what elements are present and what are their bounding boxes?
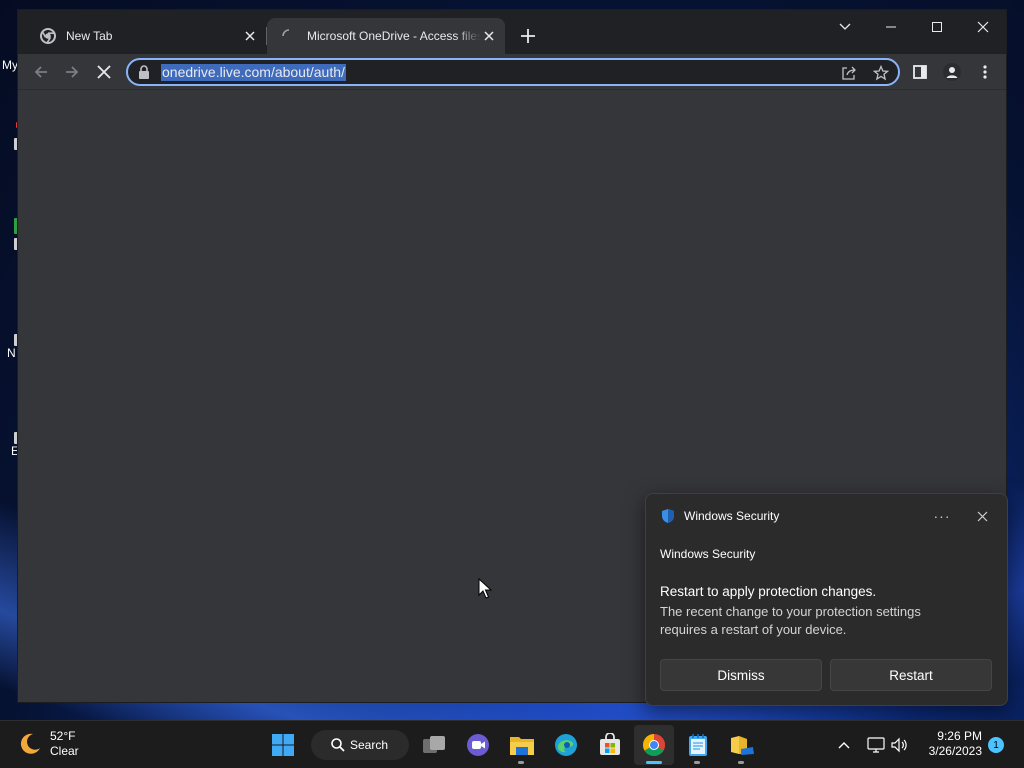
- close-tab-icon[interactable]: [481, 28, 497, 44]
- desktop-icon-app2[interactable]: [0, 218, 18, 250]
- running-indicator: [518, 761, 524, 764]
- shield-icon: [660, 508, 676, 527]
- close-window-button[interactable]: [960, 12, 1006, 42]
- desktop-icon-label: My: [2, 58, 18, 72]
- folder-icon: [731, 736, 754, 755]
- notification-body: The recent change to your protection set…: [660, 604, 921, 637]
- store-icon: [600, 733, 620, 755]
- weather-temperature: 52°F: [50, 729, 76, 743]
- star-icon[interactable]: [872, 64, 890, 82]
- desktop-icon-my[interactable]: My: [0, 58, 18, 72]
- search-label: Search: [350, 738, 389, 752]
- microsoft-store-button[interactable]: [590, 725, 630, 765]
- desktop-icon-n[interactable]: N: [0, 334, 18, 360]
- url-text[interactable]: onedrive.live.com/about/auth/: [161, 64, 346, 81]
- more-vert-icon: [983, 65, 987, 79]
- tab-title: New Tab: [66, 29, 113, 43]
- lock-icon: [138, 65, 150, 82]
- minimize-button[interactable]: [868, 12, 914, 42]
- maximize-icon: [932, 22, 942, 32]
- windows-security-notification: Windows Security ··· Windows Security Re…: [645, 493, 1008, 706]
- tab-onedrive[interactable]: Microsoft OneDrive - Access files: [267, 18, 505, 54]
- notification-app-name: Windows Security: [684, 509, 780, 523]
- side-panel-button[interactable]: [906, 58, 934, 86]
- chrome-icon: [40, 28, 56, 44]
- video-chat-icon: [467, 734, 489, 756]
- menu-button[interactable]: [971, 58, 999, 86]
- network-icon: [867, 737, 885, 753]
- chevron-down-icon: [839, 23, 851, 30]
- close-icon: [977, 21, 989, 33]
- task-view-icon: [423, 736, 445, 753]
- restart-button[interactable]: Restart: [830, 659, 992, 691]
- more-options-button[interactable]: ···: [930, 504, 954, 528]
- notification-count-badge[interactable]: 1: [988, 737, 1004, 753]
- running-indicator: [646, 761, 662, 764]
- file-explorer-button-2[interactable]: [722, 725, 762, 765]
- address-bar[interactable]: onedrive.live.com/about/auth/: [126, 58, 900, 86]
- show-hidden-icons-button[interactable]: [834, 735, 854, 755]
- tab-strip: New Tab Microsoft OneDrive - Access file…: [18, 10, 1006, 54]
- start-button[interactable]: [263, 725, 303, 765]
- chrome-icon: [643, 734, 665, 756]
- close-tab-icon[interactable]: [242, 28, 258, 44]
- back-button[interactable]: [27, 58, 55, 86]
- network-button[interactable]: [866, 735, 886, 755]
- tab-title: Microsoft OneDrive - Access files: [307, 29, 481, 43]
- notification-headline: Restart to apply protection changes.: [660, 584, 877, 599]
- minimize-icon: [886, 26, 896, 28]
- notification-source: Windows Security: [660, 547, 756, 561]
- file-explorer-button[interactable]: [502, 725, 542, 765]
- arrow-right-icon: [66, 66, 79, 78]
- forward-button[interactable]: [58, 58, 86, 86]
- clock-time: 9:26 PM: [937, 729, 982, 743]
- profile-icon: [943, 63, 961, 81]
- profile-button[interactable]: [938, 58, 966, 86]
- moon-icon: [20, 733, 40, 754]
- clock-date: 3/26/2023: [928, 744, 982, 758]
- task-view-button[interactable]: [414, 725, 454, 765]
- folder-icon: [510, 737, 534, 755]
- notepad-button[interactable]: [678, 725, 718, 765]
- side-panel-icon: [913, 65, 927, 79]
- volume-icon: [891, 737, 907, 753]
- stop-loading-button[interactable]: [90, 58, 118, 86]
- desktop-icon-e[interactable]: E: [0, 432, 18, 458]
- stop-icon: [97, 65, 111, 79]
- notepad-icon: [689, 734, 707, 756]
- weather-widget[interactable]: 52°F Clear: [18, 729, 79, 759]
- system-clock[interactable]: 9:26 PM 3/26/2023: [918, 729, 982, 759]
- edge-button[interactable]: [546, 725, 586, 765]
- dismiss-button[interactable]: Dismiss: [660, 659, 822, 691]
- desktop-icon-app1[interactable]: [0, 122, 18, 150]
- search-icon: [331, 738, 345, 752]
- maximize-button[interactable]: [914, 12, 960, 42]
- arrow-left-icon: [34, 66, 47, 78]
- mouse-pointer-icon: [478, 578, 492, 599]
- browser-toolbar: onedrive.live.com/about/auth/: [18, 54, 1006, 90]
- taskbar-search[interactable]: Search: [311, 730, 409, 760]
- loading-spinner-icon: [281, 28, 297, 44]
- volume-button[interactable]: [890, 735, 910, 755]
- share-icon[interactable]: [840, 64, 858, 82]
- tab-search-button[interactable]: [822, 12, 868, 42]
- teams-meet-button[interactable]: [458, 725, 498, 765]
- taskbar: 52°F Clear Search 9:26 PM 3/26/2023 1: [0, 720, 1024, 768]
- tab-new-tab[interactable]: New Tab: [26, 18, 266, 54]
- windows-logo-icon: [272, 734, 294, 756]
- weather-condition: Clear: [50, 744, 79, 758]
- close-notification-button[interactable]: [970, 504, 994, 528]
- new-tab-button[interactable]: [516, 24, 540, 48]
- close-icon: [977, 511, 987, 521]
- running-indicator: [738, 761, 744, 764]
- running-indicator: [694, 761, 700, 764]
- plus-icon: [521, 29, 535, 43]
- edge-icon: [555, 734, 577, 756]
- chrome-button[interactable]: [634, 725, 674, 765]
- chevron-up-icon: [838, 742, 850, 749]
